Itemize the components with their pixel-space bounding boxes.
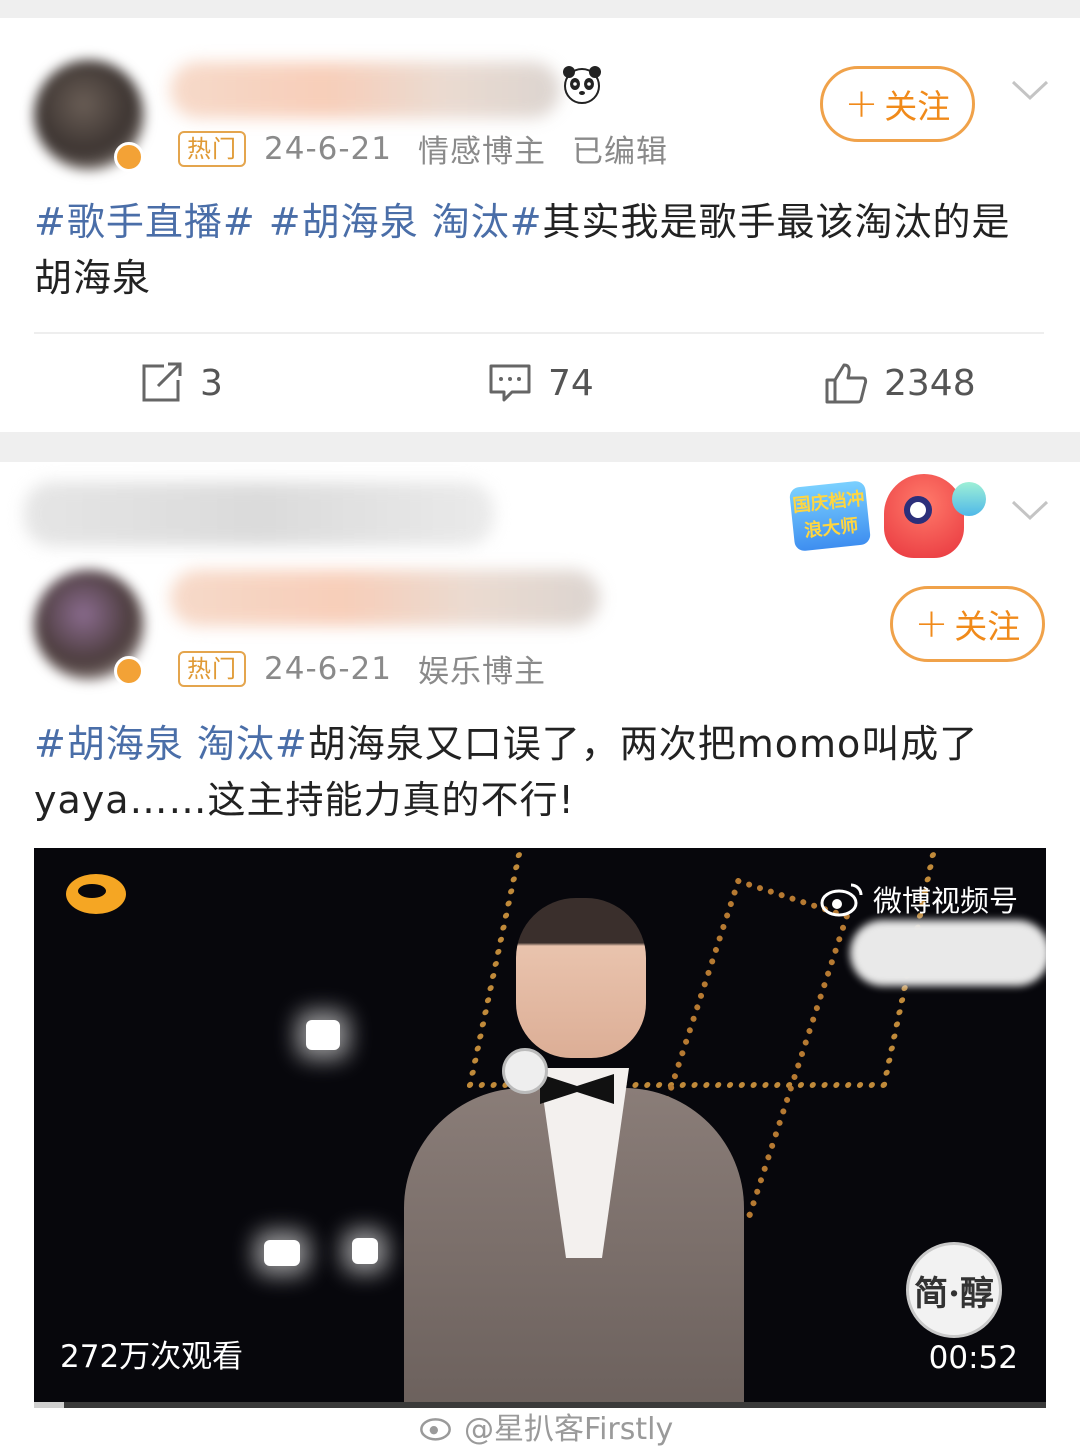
weibo-post-2: 国庆档冲浪大师 热门 24-6-21 娱乐博主 + 关注 #胡海泉 淘汰#胡海泉… [0, 462, 1080, 1452]
like-button[interactable]: 2348 [824, 362, 976, 404]
verified-badge-icon [114, 656, 144, 686]
hot-tag: 热门 [178, 130, 246, 167]
comment-icon [489, 364, 531, 402]
verified-badge-icon [114, 142, 144, 172]
follow-label: 关注 [884, 87, 951, 126]
username-blurred[interactable] [170, 570, 600, 626]
post-date: 24-6-21 [264, 650, 392, 687]
plus-icon: + [914, 601, 949, 647]
hunan-tv-logo-icon [66, 874, 126, 914]
post-meta: 热门 24-6-21 情感博主 已编辑 [178, 126, 668, 171]
repost-header-blurred [24, 482, 494, 546]
edited-label[interactable]: 已编辑 [572, 126, 668, 171]
weibo-video-watermark: 微博视频号 [819, 878, 1018, 920]
plus-icon: + [844, 81, 879, 127]
weibo-logo-icon [820, 883, 863, 917]
stage-light [352, 1238, 378, 1264]
video-player[interactable]: 微博视频号 简·醇 272万次观看 00:52 [34, 848, 1046, 1408]
view-count: 272万次观看 [60, 1339, 244, 1375]
topic-link[interactable]: #胡海泉 淘汰# [269, 200, 543, 244]
divider [34, 332, 1044, 334]
video-progress-fill [34, 1402, 65, 1408]
stage-light [306, 1020, 340, 1050]
username-blurred[interactable] [170, 62, 560, 118]
author-role: 情感博主 [418, 134, 546, 170]
weibo-logo-icon [420, 1418, 451, 1441]
post-content: #胡海泉 淘汰#胡海泉又口误了，两次把momo叫成了yaya……这主持能力真的不… [34, 716, 1044, 828]
footer-watermark-text: @星扒客Firstly [464, 1412, 674, 1447]
follow-button[interactable]: + 关注 [890, 586, 1045, 662]
campaign-badge-icon: 国庆档冲浪大师 [784, 474, 999, 562]
campaign-badge-text: 国庆档冲浪大师 [788, 480, 872, 552]
chevron-down-icon[interactable] [1010, 498, 1050, 522]
topic-link[interactable]: #胡海泉 淘汰# [34, 722, 308, 766]
thumbs-up-icon [825, 363, 868, 404]
singer-head [516, 898, 646, 1058]
weibo-video-label: 微博视频号 [872, 884, 1018, 918]
like-count: 2348 [884, 362, 976, 404]
author-role: 娱乐博主 [418, 654, 546, 690]
video-duration: 00:52 [928, 1340, 1018, 1376]
post-content: #歌手直播# #胡海泉 淘汰#其实我是歌手最该淘汰的是胡海泉 [34, 194, 1044, 306]
footer-watermark: @星扒客Firstly [418, 1404, 673, 1448]
channel-name-blurred [850, 920, 1046, 986]
post-meta: 热门 24-6-21 娱乐博主 [178, 646, 546, 691]
follow-button[interactable]: + 关注 [820, 66, 975, 142]
chevron-down-icon[interactable] [1010, 78, 1050, 102]
comment-button[interactable]: 74 [488, 362, 594, 404]
comment-count: 74 [548, 362, 594, 404]
weibo-post-1: 热门 24-6-21 情感博主 已编辑 + 关注 #歌手直播# #胡海泉 淘汰#… [0, 18, 1080, 432]
repost-icon [142, 362, 182, 402]
stage-light [264, 1240, 300, 1266]
repost-button[interactable]: 3 [140, 362, 223, 404]
topic-link[interactable]: #歌手直播# [34, 200, 256, 244]
repost-count: 3 [200, 362, 223, 404]
post-date: 24-6-21 [264, 130, 392, 167]
sponsor-logo: 简·醇 [906, 1242, 1002, 1338]
microphone [502, 1048, 548, 1094]
hot-tag: 热门 [178, 650, 246, 687]
follow-label: 关注 [954, 607, 1021, 646]
panda-emoji-icon [563, 66, 601, 104]
